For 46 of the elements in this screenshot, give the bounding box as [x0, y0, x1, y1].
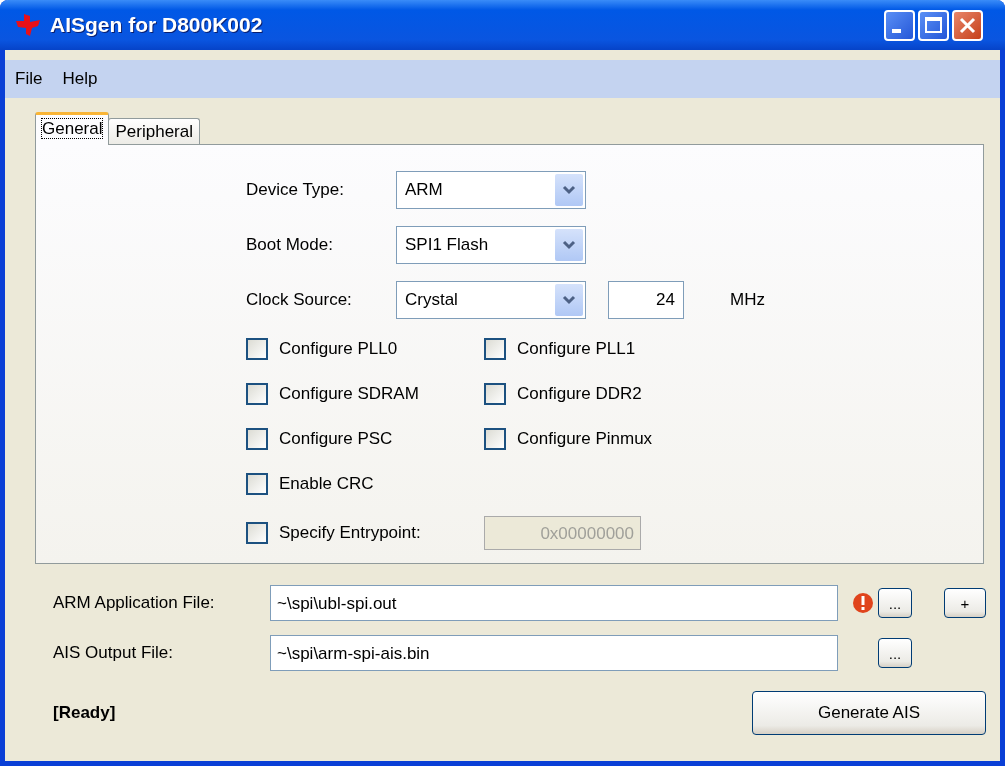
- menu-item[interactable]: Help: [54, 65, 106, 93]
- checkbox-label: Specify Entrypoint:: [279, 523, 421, 543]
- browse-button[interactable]: ...: [878, 588, 912, 618]
- file-path-field[interactable]: ~\spi\arm-spi-ais.bin: [270, 635, 838, 671]
- chevron-down-icon: [562, 240, 576, 250]
- window-title: AISgen for D800K002: [50, 13, 264, 37]
- checkbox[interactable]: [246, 428, 268, 450]
- checkbox[interactable]: [246, 383, 268, 405]
- checkbox[interactable]: [246, 338, 268, 360]
- dropdown[interactable]: SPI1 Flash: [396, 226, 586, 264]
- dropdown[interactable]: Crystal: [396, 281, 586, 319]
- checkbox-label: Configure Pinmux: [517, 429, 653, 449]
- status-text: [Ready]: [53, 703, 116, 723]
- menu-item[interactable]: File: [7, 65, 51, 93]
- checkbox-label: Configure PLL1: [517, 339, 636, 359]
- chevron-down-icon: [562, 295, 576, 305]
- checkbox-label: Configure DDR2: [517, 384, 642, 404]
- maximize-icon: [923, 14, 944, 36]
- unit-label: MHz: [730, 290, 765, 310]
- checkbox[interactable]: [484, 338, 506, 360]
- checkbox-label: Enable CRC: [279, 474, 374, 494]
- checkbox[interactable]: [484, 428, 506, 450]
- minimize-button[interactable]: [884, 9, 915, 41]
- maximize-button[interactable]: [918, 9, 949, 41]
- file-path-field[interactable]: ~\spi\ubl-spi.out: [270, 585, 838, 621]
- checkbox-label: Configure SDRAM: [279, 384, 419, 404]
- browse-button[interactable]: ...: [878, 638, 912, 668]
- checkbox-label: Configure PLL0: [279, 339, 398, 359]
- add-button[interactable]: +: [944, 588, 986, 618]
- tab[interactable]: General: [35, 112, 110, 145]
- field-label: Clock Source:: [246, 290, 353, 310]
- tab[interactable]: Peripheral: [108, 118, 200, 144]
- checkbox[interactable]: [484, 383, 506, 405]
- field-label: Boot Mode:: [246, 235, 334, 255]
- checkbox[interactable]: [246, 473, 268, 495]
- checkbox-label: Configure PSC: [279, 429, 393, 449]
- minimize-icon: [892, 28, 901, 33]
- field-label: AIS Output File:: [53, 643, 174, 663]
- number-field[interactable]: 24: [608, 281, 684, 319]
- dropdown[interactable]: ARM: [396, 171, 586, 209]
- logo-icon: [14, 12, 42, 38]
- field-label: ARM Application File:: [53, 593, 216, 613]
- field-label: Device Type:: [246, 180, 345, 200]
- generate-button[interactable]: Generate AIS: [752, 691, 986, 735]
- chevron-down-icon: [562, 185, 576, 195]
- close-button[interactable]: [952, 9, 983, 41]
